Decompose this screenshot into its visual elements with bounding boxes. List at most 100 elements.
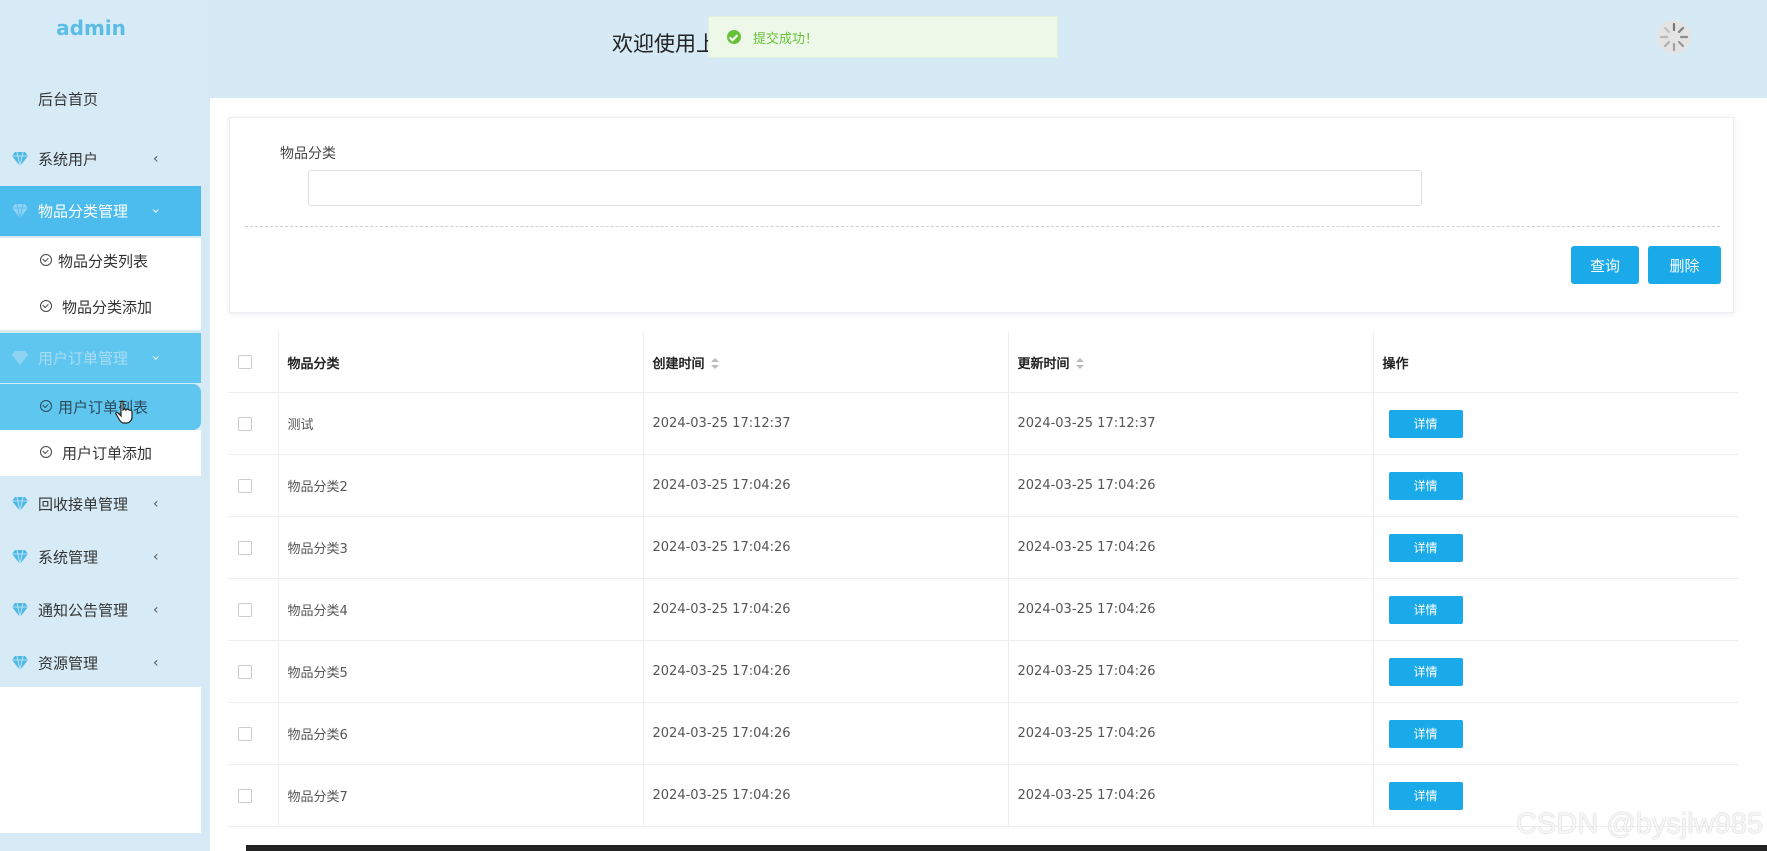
table-row: 物品分类5 2024-03-25 17:04:26 2024-03-25 17:04… xyxy=(228,640,1739,703)
row-select-cell xyxy=(228,516,279,579)
table-row: 测试 2024-03-25 17:12:37 2024-03-25 17:12:37… xyxy=(228,392,1739,455)
table-row: 物品分类7 2024-03-25 17:04:26 2024-03-25 17:04… xyxy=(228,764,1739,827)
diamond-icon xyxy=(12,603,28,617)
chevron-left-icon: ‹ xyxy=(153,549,159,565)
sidebar: admin 后台首页 系统用户 ‹ 物品分类管理 ‹ 物品分类列表 物品分类添加… xyxy=(0,0,201,851)
cell-updated-time: 2024-03-25 17:04:26 xyxy=(1008,454,1374,517)
main-content: 物品分类 查询 删除 物品分类 创建时间 更新时间 操作 测试 2024-03-2… xyxy=(210,98,1767,851)
sidebar-item-label: 资源管理 xyxy=(38,654,99,673)
row-checkbox[interactable] xyxy=(238,416,252,431)
row-checkbox[interactable] xyxy=(238,788,252,803)
row-checkbox[interactable] xyxy=(238,602,252,617)
row-select-cell xyxy=(228,578,279,641)
sidebar-item-label: 系统管理 xyxy=(38,548,99,567)
sidebar-item-item-category-management[interactable]: 物品分类管理 ‹ xyxy=(0,186,201,236)
watermark: CSDN @bysjlw985 xyxy=(1515,808,1763,840)
row-checkbox[interactable] xyxy=(238,478,252,493)
row-select-cell xyxy=(228,764,279,827)
chevron-left-icon: ‹ xyxy=(153,655,159,671)
detail-button[interactable]: 详情 xyxy=(1388,595,1463,624)
chevron-left-icon: ‹ xyxy=(153,151,159,167)
row-checkbox[interactable] xyxy=(238,664,252,679)
sidebar-item-label: 系统用户 xyxy=(38,150,99,169)
sidebar-item-user-order-management[interactable]: 用户订单管理 ‹ xyxy=(0,333,201,383)
column-header-updated[interactable]: 更新时间 xyxy=(1008,332,1374,393)
diamond-icon xyxy=(12,204,28,218)
sidebar-item-label: 通知公告管理 xyxy=(38,601,129,620)
column-header-category: 物品分类 xyxy=(278,332,644,393)
check-circle-icon xyxy=(40,446,52,458)
sort-icon[interactable] xyxy=(710,358,719,370)
table-header-row: 物品分类 创建时间 更新时间 操作 xyxy=(228,332,1739,393)
loading-spinner-icon xyxy=(1659,22,1689,52)
select-all-cell xyxy=(228,332,279,393)
table-row: 物品分类6 2024-03-25 17:04:26 2024-03-25 17:04… xyxy=(228,702,1739,765)
sidebar-subitem-label: 物品分类添加 xyxy=(62,298,153,317)
diamond-icon xyxy=(12,497,28,511)
row-checkbox[interactable] xyxy=(238,726,252,741)
sidebar-item-label: 回收接单管理 xyxy=(38,495,129,514)
sidebar-item-notice-management[interactable]: 通知公告管理 ‹ xyxy=(0,585,201,635)
chevron-left-icon: ‹ xyxy=(153,602,159,618)
success-toast: 提交成功！ xyxy=(708,16,1058,58)
cell-created-time: 2024-03-25 17:04:26 xyxy=(643,640,1009,703)
cell-actions: 详情 xyxy=(1373,640,1739,703)
delete-button[interactable]: 删除 xyxy=(1648,246,1721,284)
detail-button[interactable]: 详情 xyxy=(1388,719,1463,748)
select-all-checkbox[interactable] xyxy=(238,355,252,369)
sidebar-subitem-order-add[interactable]: 用户订单添加 xyxy=(0,430,201,476)
sidebar-subitem-category-list[interactable]: 物品分类列表 xyxy=(0,238,201,284)
chevron-left-icon: ‹ xyxy=(153,496,159,512)
search-field-label: 物品分类 xyxy=(280,146,336,162)
category-search-input[interactable] xyxy=(308,170,1422,206)
sort-icon[interactable] xyxy=(1075,358,1084,370)
row-checkbox[interactable] xyxy=(238,540,252,555)
sidebar-item-recycle-order-management[interactable]: 回收接单管理 ‹ xyxy=(0,479,201,529)
sidebar-subitem-label: 用户订单列表 xyxy=(58,398,149,417)
cell-category: 物品分类7 xyxy=(278,764,644,827)
row-select-cell xyxy=(228,702,279,765)
diamond-icon xyxy=(12,656,28,670)
toast-message: 提交成功！ xyxy=(753,31,819,47)
sidebar-subitem-label: 物品分类列表 xyxy=(58,252,149,271)
check-circle-icon xyxy=(727,30,741,44)
category-table: 物品分类 创建时间 更新时间 操作 测试 2024-03-25 17:12:37 2… xyxy=(228,332,1739,827)
cell-actions: 详情 xyxy=(1373,516,1739,579)
detail-button[interactable]: 详情 xyxy=(1388,471,1463,500)
column-header-created[interactable]: 创建时间 xyxy=(643,332,1009,393)
cell-created-time: 2024-03-25 17:04:26 xyxy=(643,578,1009,641)
cell-updated-time: 2024-03-25 17:04:26 xyxy=(1008,764,1374,827)
welcome-title: 欢迎使用上 xyxy=(612,32,717,56)
horizontal-scrollbar[interactable] xyxy=(246,845,1767,851)
sidebar-subitem-category-add[interactable]: 物品分类添加 xyxy=(0,284,201,330)
detail-button[interactable]: 详情 xyxy=(1388,781,1463,810)
sidebar-item-label: 用户订单管理 xyxy=(38,349,129,368)
sidebar-item-system-management[interactable]: 系统管理 ‹ xyxy=(0,532,201,582)
cell-created-time: 2024-03-25 17:04:26 xyxy=(643,454,1009,517)
row-select-cell xyxy=(228,454,279,517)
query-button[interactable]: 查询 xyxy=(1571,246,1639,284)
cell-created-time: 2024-03-25 17:04:26 xyxy=(643,702,1009,765)
cell-updated-time: 2024-03-25 17:12:37 xyxy=(1008,392,1374,455)
detail-button[interactable]: 详情 xyxy=(1388,657,1463,686)
cell-created-time: 2024-03-25 17:04:26 xyxy=(643,764,1009,827)
cell-actions: 详情 xyxy=(1373,578,1739,641)
column-header-actions: 操作 xyxy=(1373,332,1739,393)
chevron-down-icon: ‹ xyxy=(147,208,164,214)
sidebar-item-home[interactable]: 后台首页 xyxy=(0,74,201,124)
logo: admin xyxy=(56,16,126,40)
search-panel: 物品分类 查询 删除 xyxy=(229,117,1734,313)
avatar[interactable] xyxy=(1657,20,1691,54)
sidebar-item-resource-management[interactable]: 资源管理 ‹ xyxy=(0,638,201,688)
cell-updated-time: 2024-03-25 17:04:26 xyxy=(1008,516,1374,579)
detail-button[interactable]: 详情 xyxy=(1388,409,1463,438)
sidebar-subitem-label: 用户订单添加 xyxy=(62,444,153,463)
table-row: 物品分类2 2024-03-25 17:04:26 2024-03-25 17:04… xyxy=(228,454,1739,517)
diamond-icon xyxy=(12,152,28,166)
sidebar-empty-area xyxy=(0,687,201,833)
sidebar-item-system-users[interactable]: 系统用户 ‹ xyxy=(0,134,201,184)
divider xyxy=(245,226,1720,227)
sidebar-item-label: 后台首页 xyxy=(38,90,99,109)
detail-button[interactable]: 详情 xyxy=(1388,533,1463,562)
sidebar-subitem-order-list[interactable]: 用户订单列表 xyxy=(0,384,201,430)
